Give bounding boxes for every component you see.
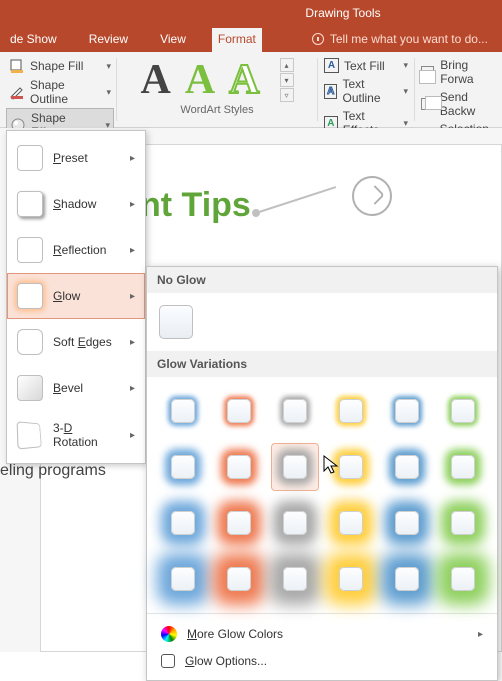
chevron-right-icon: ▸ <box>130 383 135 394</box>
bring-forward-icon <box>421 66 434 78</box>
glow-variation-r3-c1[interactable] <box>159 499 207 547</box>
ribbon: Shape Fill▾ Shape Outline▾ Shape Effects… <box>0 52 502 128</box>
group-wordart-styles: A A A ▴▾▿ WordArt Styles <box>117 52 317 127</box>
text-fill-label: Text Fill <box>344 59 385 73</box>
effects-rotation-label: Rotation <box>53 435 98 449</box>
chevron-right-icon: ▸ <box>130 337 135 348</box>
tab-review[interactable]: Review <box>83 28 134 52</box>
glow-variation-r2-c5[interactable] <box>383 443 431 491</box>
effects-bevel-label: evel <box>61 381 83 395</box>
glow-variation-r1-c1[interactable] <box>159 387 207 435</box>
shape-outline-label: Shape Outline <box>30 78 101 106</box>
wordart-preset-2[interactable]: A <box>185 59 215 101</box>
glow-variation-r1-c2[interactable] <box>215 387 263 435</box>
wordart-preset-3[interactable]: A <box>229 59 259 101</box>
glow-variation-r4-c4[interactable] <box>327 555 375 603</box>
chevron-right-icon: ▸ <box>130 245 135 256</box>
effects-3d-rotation[interactable]: 3-D Rotation▸ <box>7 411 145 459</box>
glow-submenu: No Glow Glow Variations More Glow Colors… <box>146 266 498 681</box>
chevron-right-icon: ▸ <box>130 199 135 210</box>
glow-variation-r4-c2[interactable] <box>215 555 263 603</box>
lightbulb-icon <box>312 33 324 45</box>
context-tab-label: Drawing Tools <box>305 6 380 20</box>
glow-variation-r3-c6[interactable] <box>439 499 487 547</box>
wordart-gallery[interactable]: A A A ▴▾▿ <box>140 56 293 102</box>
group-shape-styles: Shape Fill▾ Shape Outline▾ Shape Effects… <box>0 52 116 127</box>
glow-none[interactable] <box>159 305 193 339</box>
bring-forward-label: Bring Forwa <box>440 58 496 86</box>
glow-variation-r4-c5[interactable] <box>383 555 431 603</box>
chevron-right-icon: ▸ <box>478 629 483 640</box>
paint-bucket-icon <box>9 58 25 74</box>
glow-header-variations: Glow Variations <box>147 351 497 377</box>
bring-forward-button[interactable]: Bring Forwa <box>421 56 496 88</box>
glow-header-no-glow: No Glow <box>147 267 497 293</box>
effects-glow-label: low <box>62 289 80 303</box>
glow-options-label: low Options... <box>194 654 267 668</box>
effects-reflection-label: eflection <box>62 243 107 257</box>
text-outline-button[interactable]: AText Outline▾ <box>324 75 408 107</box>
effects-bevel[interactable]: Bevel▸ <box>7 365 145 411</box>
text-outline-icon: A <box>324 84 337 99</box>
glow-variation-r2-c4[interactable] <box>327 443 375 491</box>
effects-soft-edges[interactable]: Soft Edges▸ <box>7 319 145 365</box>
send-backward-label: Send Backw <box>440 90 496 118</box>
chevron-right-icon: ▸ <box>130 291 135 302</box>
glow-variation-r1-c6[interactable] <box>439 387 487 435</box>
slide-body-text: eling programs <box>0 462 106 480</box>
shape-outline-button[interactable]: Shape Outline▾ <box>6 76 114 108</box>
tab-view[interactable]: View <box>154 28 192 52</box>
ribbon-tabs: de Show Review View Format Tell me what … <box>0 26 502 52</box>
glow-variation-r4-c3[interactable] <box>271 555 319 603</box>
effects-glow[interactable]: Glow▸ <box>7 273 145 319</box>
effects-preset[interactable]: Preset▸ <box>7 135 145 181</box>
color-wheel-icon <box>161 626 177 642</box>
options-icon <box>161 654 175 668</box>
glow-variation-r3-c4[interactable] <box>327 499 375 547</box>
glow-variation-r3-c2[interactable] <box>215 499 263 547</box>
chevron-right-icon: ▸ <box>130 430 135 441</box>
tell-me-placeholder: Tell me what you want to do... <box>330 32 488 46</box>
glow-variation-r2-c2[interactable] <box>215 443 263 491</box>
glow-variation-r2-c1[interactable] <box>159 443 207 491</box>
send-backward-button[interactable]: Send Backw <box>421 88 496 120</box>
wordart-preset-1[interactable]: A <box>140 59 170 101</box>
more-glow-colors-label: ore Glow Colors <box>197 627 283 641</box>
text-fill-icon: A <box>324 58 339 73</box>
effects-softedges-label: dges <box>86 335 112 349</box>
connector-endpoint <box>252 209 260 217</box>
glow-variations-grid <box>147 377 497 613</box>
glow-variation-r2-c6[interactable] <box>439 443 487 491</box>
tab-format[interactable]: Format <box>212 28 262 52</box>
glow-variation-r3-c5[interactable] <box>383 499 431 547</box>
glow-variation-r1-c5[interactable] <box>383 387 431 435</box>
send-backward-icon <box>421 98 434 110</box>
pen-icon <box>9 84 25 100</box>
wordart-group-label: WordArt Styles <box>180 104 253 116</box>
text-outline-label: Text Outline <box>342 77 398 105</box>
group-wordart-text: AText Fill▾ AText Outline▾ AText Effects… <box>318 52 414 127</box>
effects-shadow-label: hadow <box>61 197 96 211</box>
glow-variation-r1-c4[interactable] <box>327 387 375 435</box>
more-glow-colors[interactable]: More Glow Colors ▸ <box>153 620 491 648</box>
glow-variation-r1-c3[interactable] <box>271 387 319 435</box>
shape-fill-button[interactable]: Shape Fill▾ <box>6 56 114 76</box>
tell-me-search[interactable]: Tell me what you want to do... <box>312 32 488 52</box>
effects-shadow[interactable]: Shadow▸ <box>7 181 145 227</box>
glow-variation-r4-c1[interactable] <box>159 555 207 603</box>
wordart-scroll[interactable]: ▴▾▿ <box>280 58 294 102</box>
effects-reflection[interactable]: Reflection▸ <box>7 227 145 273</box>
tab-slide-show[interactable]: de Show <box>4 28 63 52</box>
chevron-right-icon: ▸ <box>130 153 135 164</box>
glow-variation-r3-c3[interactable] <box>271 499 319 547</box>
text-fill-button[interactable]: AText Fill▾ <box>324 56 408 75</box>
slide-title-text: nt Tips <box>140 186 251 225</box>
effects-preset-label: reset <box>61 151 88 165</box>
glow-variation-r2-c3[interactable] <box>271 443 319 491</box>
shape-effects-menu: Preset▸ Shadow▸ Reflection▸ Glow▸ Soft E… <box>6 130 146 464</box>
group-arrange: Bring Forwa Send Backw Selection Pa <box>415 52 502 127</box>
shape-fill-label: Shape Fill <box>30 59 83 73</box>
glow-variation-r4-c6[interactable] <box>439 555 487 603</box>
